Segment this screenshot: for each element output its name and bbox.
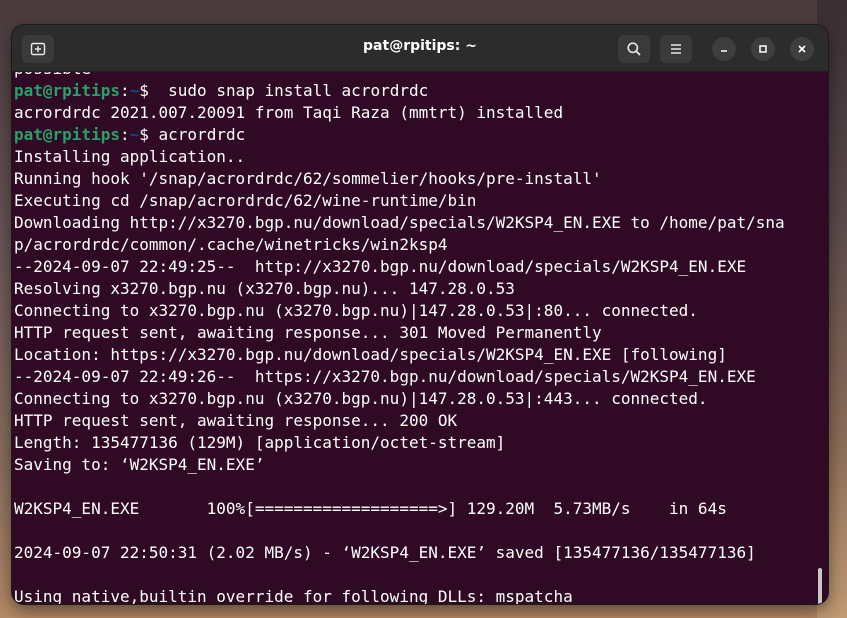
- output-line: Executing cd /snap/acrordrdc/62/wine-run…: [14, 191, 477, 210]
- output-line: Location: https://x3270.bgp.nu/download/…: [14, 345, 727, 364]
- output-line: Connecting to x3270.bgp.nu (x3270.bgp.nu…: [14, 301, 698, 320]
- maximize-icon: [759, 45, 767, 53]
- output-line: acrordrdc 2021.007.20091 from Taqi Raza …: [14, 103, 564, 122]
- maximize-button[interactable]: [751, 37, 775, 61]
- terminal-output: possiblepat@rpitips:~$ sudo snap install…: [14, 72, 814, 604]
- prompt-path: ~: [129, 125, 140, 144]
- hamburger-menu-icon: [671, 44, 681, 54]
- close-button[interactable]: [790, 37, 814, 61]
- output-line: Downloading http://x3270.bgp.nu/download…: [14, 213, 785, 232]
- scrollbar[interactable]: [818, 568, 822, 604]
- output-line: HTTP request sent, awaiting response... …: [14, 411, 458, 430]
- prompt-separator: :: [119, 125, 130, 144]
- output-line: Installing application..: [14, 147, 246, 166]
- command-text: sudo snap install acrordrdc: [148, 81, 429, 100]
- minimize-icon: [721, 50, 727, 52]
- output-line: 2024-09-07 22:50:31 (2.02 MB/s) - ‘W2KSP…: [14, 543, 756, 562]
- output-line: Running hook '/snap/acrordrdc/62/sommeli…: [14, 169, 602, 188]
- output-line: possible: [14, 72, 814, 80]
- terminal-window: pat@rpitips: ~ pat@rpitips:~$ sudo snap …: [12, 25, 828, 604]
- output-line: Using native,builtin override for follow…: [14, 587, 573, 604]
- prompt-symbol: $: [139, 125, 149, 144]
- output-line: p/acrordrdc/common/.cache/winetricks/win…: [14, 235, 448, 254]
- output-line: Connecting to x3270.bgp.nu (x3270.bgp.nu…: [14, 389, 708, 408]
- prompt-line: pat@rpitips:~$ sudo snap install acrordr…: [14, 80, 814, 102]
- prompt-symbol: $: [139, 81, 149, 100]
- terminal-area[interactable]: possiblepat@rpitips:~$ sudo snap install…: [12, 72, 828, 604]
- search-icon: [627, 42, 641, 56]
- command-text: acrordrdc: [148, 125, 246, 144]
- output-line: W2KSP4_EN.EXE 100%[===================>]…: [14, 499, 727, 518]
- close-icon: [798, 45, 806, 53]
- prompt-path: ~: [129, 81, 140, 100]
- prompt-line: pat@rpitips:~$ acrordrdc: [14, 124, 814, 146]
- window-title: pat@rpitips: ~: [363, 38, 477, 54]
- output-line: Saving to: ‘W2KSP4_EN.EXE’: [14, 455, 265, 474]
- search-button[interactable]: [618, 35, 650, 63]
- prompt-separator: :: [119, 81, 130, 100]
- menu-button[interactable]: [660, 35, 692, 63]
- output-line: Length: 135477136 (129M) [application/oc…: [14, 433, 506, 452]
- titlebar: pat@rpitips: ~: [12, 25, 828, 72]
- output-line: --2024-09-07 22:49:25-- http://x3270.bgp…: [14, 257, 747, 276]
- prompt-user: pat@rpitips: [14, 125, 120, 144]
- minimize-button[interactable]: [712, 37, 736, 61]
- output-line: HTTP request sent, awaiting response... …: [14, 323, 602, 342]
- prompt-user: pat@rpitips: [14, 81, 120, 100]
- output-line: --2024-09-07 22:49:26-- https://x3270.bg…: [14, 367, 756, 386]
- output-line: Resolving x3270.bgp.nu (x3270.bgp.nu)...…: [14, 279, 515, 298]
